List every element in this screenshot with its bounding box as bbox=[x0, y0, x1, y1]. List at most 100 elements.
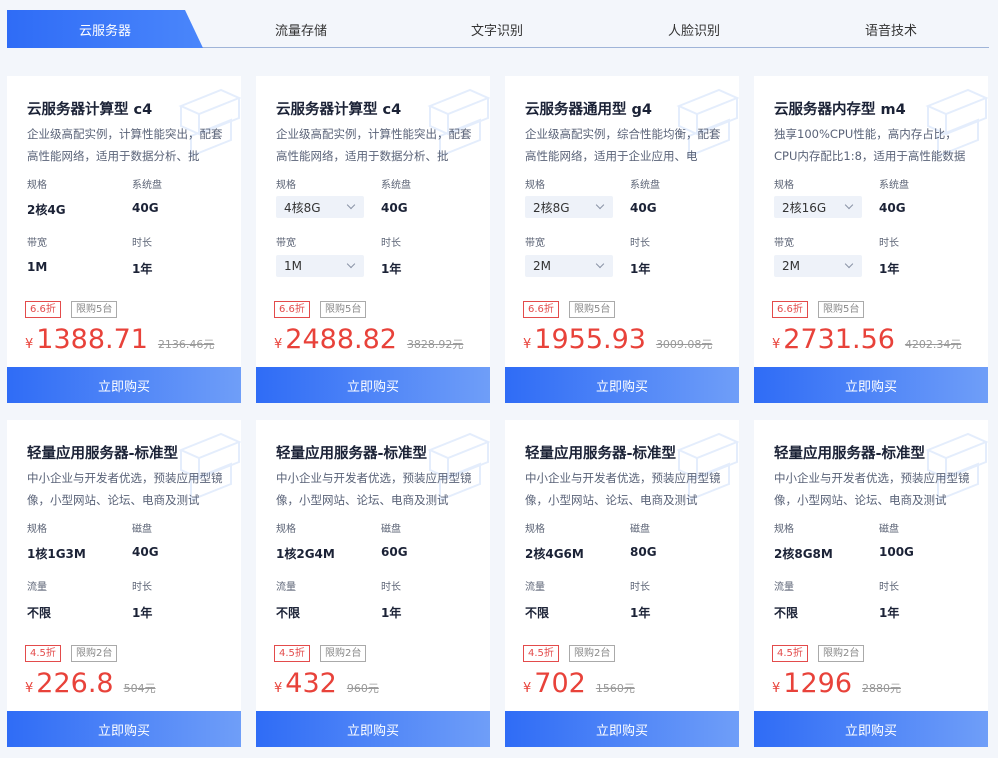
disk-label: 系统盘 bbox=[132, 180, 162, 191]
buy-now-button[interactable]: 立即购买 bbox=[754, 367, 988, 403]
card-title: 轻量应用服务器-标准型 bbox=[276, 446, 428, 462]
duration-value: 1年 bbox=[879, 262, 900, 276]
duration-label: 时长 bbox=[879, 238, 899, 249]
current-price: 226.8 bbox=[36, 668, 114, 699]
duration-label: 时长 bbox=[132, 238, 152, 249]
disk-value: 40G bbox=[132, 545, 159, 559]
spec-value: 1核2G4M bbox=[276, 547, 335, 561]
duration-label: 时长 bbox=[879, 582, 899, 593]
buy-now-button[interactable]: 立即购买 bbox=[7, 711, 241, 747]
currency-symbol: ¥ bbox=[274, 681, 283, 696]
price: ¥ 226.8 504元 bbox=[25, 668, 156, 699]
duration-label: 时长 bbox=[381, 238, 401, 249]
spec-label: 规格 bbox=[525, 180, 545, 191]
bandwidth-select[interactable]: 2M bbox=[525, 255, 613, 277]
chevron-down-icon bbox=[595, 259, 605, 269]
discount-badge: 4.5折 bbox=[274, 645, 310, 662]
price: ¥ 432 960元 bbox=[274, 668, 379, 699]
disk-label: 系统盘 bbox=[630, 180, 660, 191]
tab-traffic-storage[interactable]: 流量存储 bbox=[203, 10, 399, 48]
duration-value: 1年 bbox=[630, 606, 651, 620]
bandwidth-value: 不限 bbox=[27, 606, 52, 620]
disk-label: 磁盘 bbox=[381, 524, 401, 535]
buy-now-button[interactable]: 立即购买 bbox=[7, 367, 241, 403]
original-price: 504元 bbox=[123, 682, 156, 695]
product-card: 云服务器内存型 m4 独享100%CPU性能，高内存占比，CPU内存配比1:8，… bbox=[754, 76, 988, 403]
bandwidth-value: 不限 bbox=[774, 606, 799, 620]
currency-symbol: ¥ bbox=[772, 337, 781, 352]
current-price: 702 bbox=[534, 668, 586, 699]
duration-value: 1年 bbox=[381, 262, 402, 276]
card-title: 轻量应用服务器-标准型 bbox=[27, 446, 179, 462]
discount-badge: 6.6折 bbox=[772, 301, 808, 318]
duration-label: 时长 bbox=[381, 582, 401, 593]
spec-label: 规格 bbox=[774, 180, 794, 191]
purchase-limit-badge: 限购5台 bbox=[818, 301, 865, 318]
disk-value: 60G bbox=[381, 545, 408, 559]
duration-value: 1年 bbox=[132, 262, 153, 276]
buy-now-button[interactable]: 立即购买 bbox=[754, 711, 988, 747]
bandwidth-value: 不限 bbox=[525, 606, 550, 620]
card-description: 中小企业与开发者优选，预装应用型镜像，小型网站、论坛、电商及测试 bbox=[774, 471, 970, 507]
price: ¥ 702 1560元 bbox=[523, 668, 635, 699]
tab-cloud-server[interactable]: 云服务器 bbox=[7, 10, 203, 48]
disk-label: 系统盘 bbox=[381, 180, 411, 191]
product-card: 云服务器通用型 g4 企业级高配实例，综合性能均衡，配套高性能网络，适用于企业应… bbox=[505, 76, 739, 403]
buy-now-button[interactable]: 立即购买 bbox=[256, 367, 490, 403]
chevron-down-icon bbox=[346, 200, 356, 210]
product-card: 云服务器计算型 c4 企业级高配实例，计算性能突出，配套高性能网络，适用于数据分… bbox=[7, 76, 241, 403]
card-title: 云服务器内存型 m4 bbox=[774, 102, 906, 118]
spec-label: 规格 bbox=[27, 180, 47, 191]
product-card: 轻量应用服务器-标准型 中小企业与开发者优选，预装应用型镜像，小型网站、论坛、电… bbox=[256, 420, 490, 747]
current-price: 2731.56 bbox=[783, 324, 895, 355]
bandwidth-label: 带宽 bbox=[27, 238, 47, 249]
tab-face-recognition[interactable]: 人脸识别 bbox=[595, 10, 793, 48]
buy-now-button[interactable]: 立即购买 bbox=[505, 711, 739, 747]
buy-now-button[interactable]: 立即购买 bbox=[256, 711, 490, 747]
product-card: 轻量应用服务器-标准型 中小企业与开发者优选，预装应用型镜像，小型网站、论坛、电… bbox=[754, 420, 988, 747]
buy-now-button[interactable]: 立即购买 bbox=[505, 367, 739, 403]
card-description: 中小企业与开发者优选，预装应用型镜像，小型网站、论坛、电商及测试 bbox=[27, 471, 223, 507]
spec-select[interactable]: 4核8G bbox=[276, 196, 364, 218]
original-price: 1560元 bbox=[595, 682, 635, 695]
spec-value: 2核4G bbox=[27, 203, 66, 217]
chevron-down-icon bbox=[844, 259, 854, 269]
card-title: 轻量应用服务器-标准型 bbox=[525, 446, 677, 462]
purchase-limit-badge: 限购2台 bbox=[818, 645, 865, 662]
duration-value: 1年 bbox=[879, 606, 900, 620]
purchase-limit-badge: 限购2台 bbox=[320, 645, 367, 662]
spec-value: 2核8G bbox=[533, 200, 570, 215]
product-card: 轻量应用服务器-标准型 中小企业与开发者优选，预装应用型镜像，小型网站、论坛、电… bbox=[7, 420, 241, 747]
product-tabs: 云服务器 流量存储 文字识别 人脸识别 语音技术 bbox=[7, 10, 989, 48]
bandwidth-select[interactable]: 1M bbox=[276, 255, 364, 277]
currency-symbol: ¥ bbox=[25, 681, 34, 696]
duration-value: 1年 bbox=[381, 606, 402, 620]
spec-select[interactable]: 2核16G bbox=[774, 196, 862, 218]
currency-symbol: ¥ bbox=[772, 681, 781, 696]
price: ¥ 2488.82 3828.92元 bbox=[274, 324, 463, 355]
spec-value: 2核8G8M bbox=[774, 547, 833, 561]
original-price: 3009.08元 bbox=[655, 338, 713, 351]
bandwidth-label: 带宽 bbox=[276, 238, 296, 249]
spec-value: 2核4G6M bbox=[525, 547, 584, 561]
bandwidth-value: 1M bbox=[284, 259, 302, 273]
spec-value: 2核16G bbox=[782, 200, 827, 215]
price: ¥ 2731.56 4202.34元 bbox=[772, 324, 961, 355]
spec-select[interactable]: 2核8G bbox=[525, 196, 613, 218]
card-title: 轻量应用服务器-标准型 bbox=[774, 446, 926, 462]
bandwidth-value: 1M bbox=[27, 260, 48, 274]
tab-speech[interactable]: 语音技术 bbox=[793, 10, 989, 48]
tab-ocr[interactable]: 文字识别 bbox=[399, 10, 595, 48]
current-price: 432 bbox=[285, 668, 337, 699]
discount-badge: 6.6折 bbox=[523, 301, 559, 318]
bandwidth-label: 流量 bbox=[525, 582, 545, 593]
card-title: 云服务器通用型 g4 bbox=[525, 102, 653, 118]
card-description: 企业级高配实例，计算性能突出，配套高性能网络，适用于数据分析、批 bbox=[276, 127, 472, 163]
original-price: 2136.46元 bbox=[157, 338, 215, 351]
bandwidth-select[interactable]: 2M bbox=[774, 255, 862, 277]
disk-value: 40G bbox=[381, 201, 408, 215]
discount-badge: 4.5折 bbox=[25, 645, 61, 662]
spec-label: 规格 bbox=[276, 524, 296, 535]
bandwidth-label: 流量 bbox=[276, 582, 296, 593]
card-description: 企业级高配实例，综合性能均衡，配套高性能网络，适用于企业应用、电 bbox=[525, 127, 721, 163]
